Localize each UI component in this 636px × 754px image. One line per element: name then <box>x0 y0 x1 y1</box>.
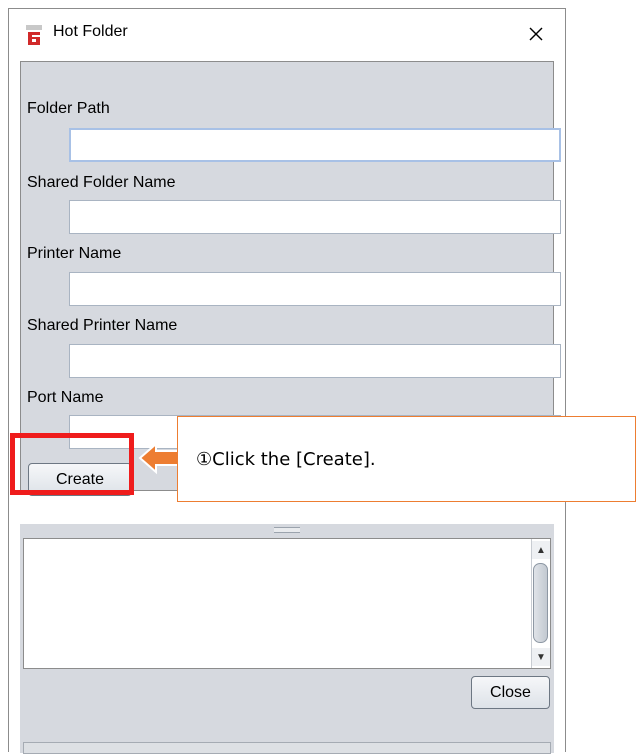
window-client: Folder Path Shared Folder Name Printer N… <box>11 59 561 754</box>
close-button[interactable]: Close <box>471 676 550 709</box>
folder-path-label: Folder Path <box>27 100 110 117</box>
log-panel: ▲ ▼ Close <box>20 534 554 754</box>
port-name-label: Port Name <box>27 389 104 406</box>
hot-folder-window: Hot Folder Folder Path Shared Folder Nam… <box>8 8 566 754</box>
scroll-down-icon[interactable]: ▼ <box>532 648 550 666</box>
printer-name-input[interactable] <box>69 272 561 306</box>
instruction-callout: ①Click the [Create]. <box>177 416 636 502</box>
shared-folder-name-label: Shared Folder Name <box>27 174 176 191</box>
shared-printer-name-input[interactable] <box>69 344 561 378</box>
scroll-up-icon[interactable]: ▲ <box>532 541 550 559</box>
title-bar: Hot Folder <box>9 9 565 59</box>
status-bar <box>23 742 551 754</box>
divider-grip-icon[interactable] <box>274 527 300 533</box>
log-textarea[interactable]: ▲ ▼ <box>23 538 551 669</box>
left-arrow-icon <box>138 441 181 475</box>
shared-printer-name-label: Shared Printer Name <box>27 317 178 334</box>
scrollbar-thumb[interactable] <box>533 563 548 643</box>
split-pane-divider[interactable] <box>20 524 554 534</box>
printer-name-label: Printer Name <box>27 245 122 262</box>
folder-path-input[interactable] <box>69 128 561 162</box>
close-icon[interactable] <box>521 19 551 49</box>
shared-folder-name-input[interactable] <box>69 200 561 234</box>
window-title: Hot Folder <box>53 23 128 40</box>
create-button-highlight <box>10 433 134 495</box>
log-vertical-scrollbar[interactable]: ▲ ▼ <box>531 539 550 668</box>
printer-app-icon <box>26 25 42 45</box>
